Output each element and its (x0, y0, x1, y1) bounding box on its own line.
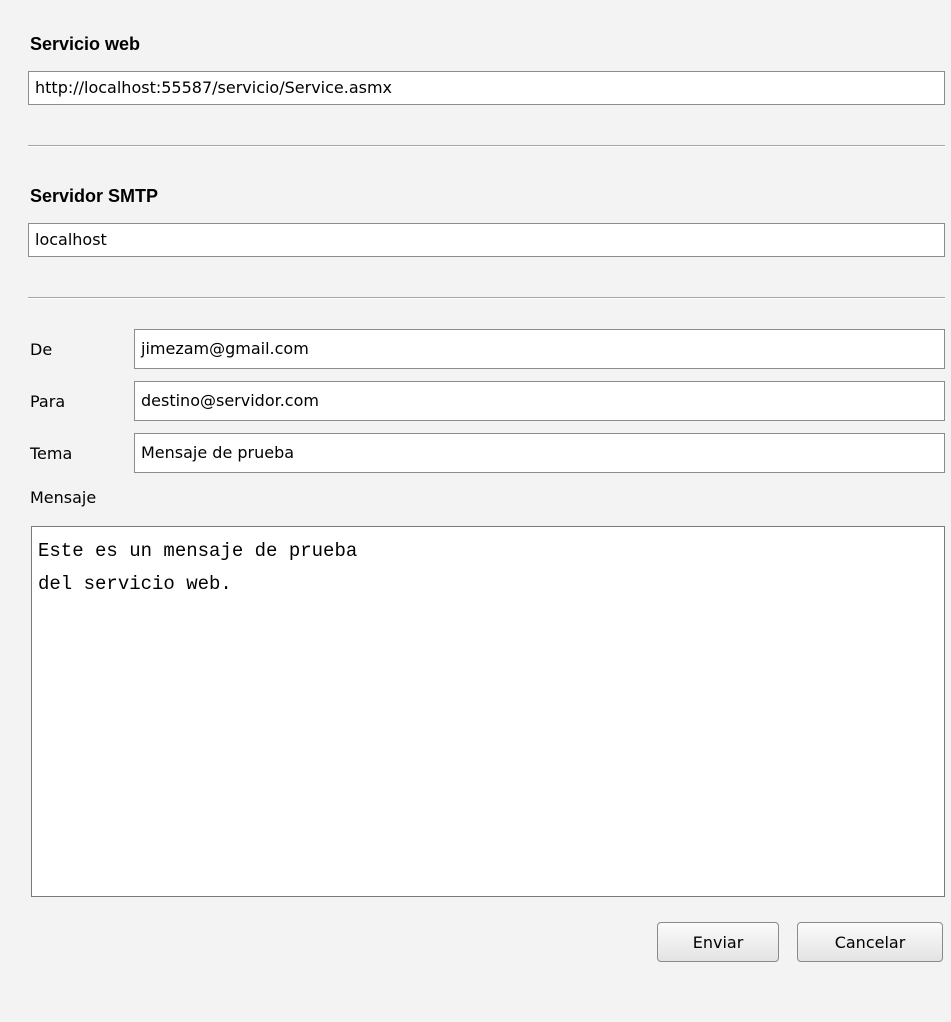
servidor-smtp-heading: Servidor SMTP (30, 186, 159, 206)
section-divider (28, 297, 945, 299)
de-input[interactable]: jimezam@gmail.com (134, 329, 945, 369)
servicio-web-heading: Servicio web (30, 34, 141, 54)
mensaje-label: Mensaje (30, 488, 97, 507)
de-label: De (30, 340, 53, 359)
cancelar-button[interactable]: Cancelar (797, 922, 943, 962)
tema-label: Tema (30, 444, 73, 463)
para-label: Para (30, 392, 66, 411)
servicio-web-url-input[interactable]: http://localhost:55587/servicio/Service.… (28, 71, 945, 105)
servidor-smtp-input[interactable]: localhost (28, 223, 945, 257)
mensaje-textarea[interactable]: Este es un mensaje de prueba del servici… (31, 526, 945, 897)
tema-input[interactable]: Mensaje de prueba (134, 433, 945, 473)
enviar-button[interactable]: Enviar (657, 922, 779, 962)
section-divider (28, 145, 945, 147)
para-input[interactable]: destino@servidor.com (134, 381, 945, 421)
